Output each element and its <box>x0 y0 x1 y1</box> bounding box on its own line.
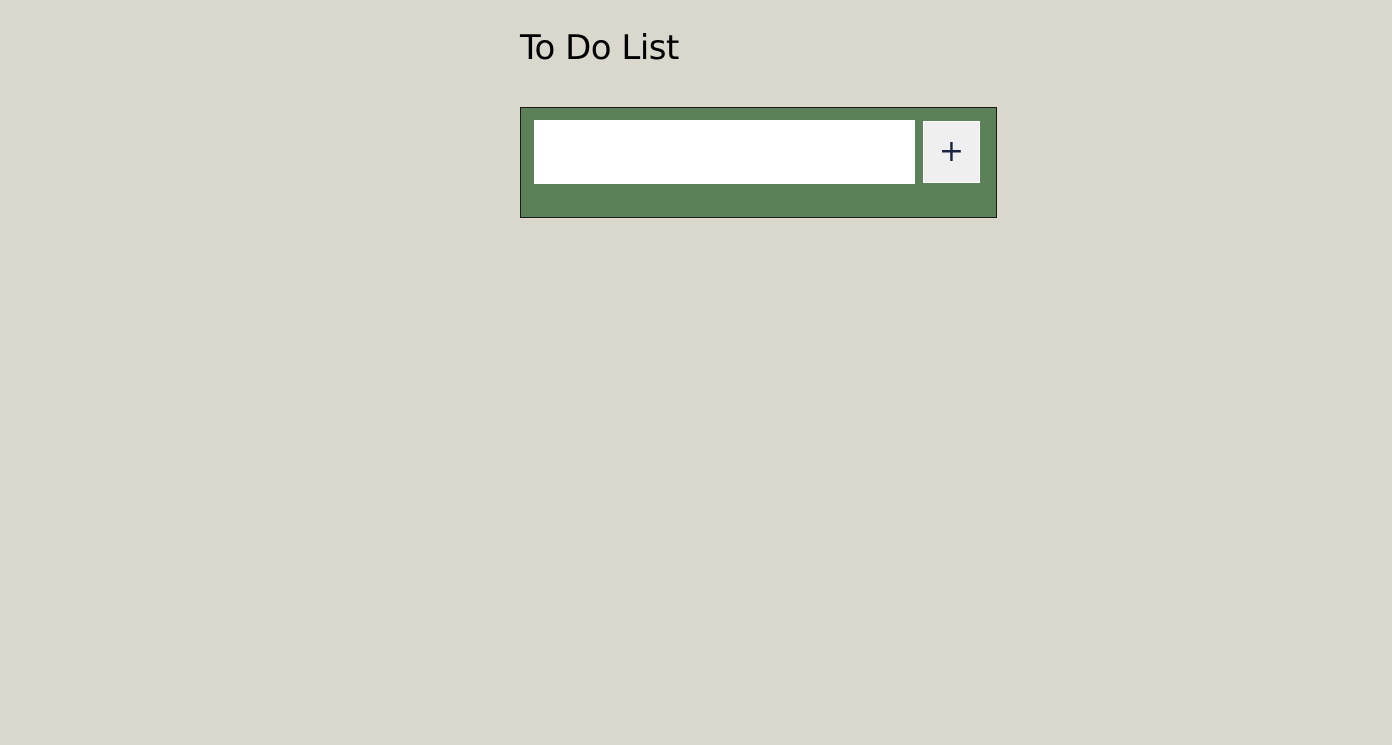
add-todo-button[interactable]: + <box>923 121 980 183</box>
todo-input-panel: + <box>520 107 997 218</box>
todo-input[interactable] <box>534 120 915 184</box>
page-title: To Do List <box>520 28 679 68</box>
